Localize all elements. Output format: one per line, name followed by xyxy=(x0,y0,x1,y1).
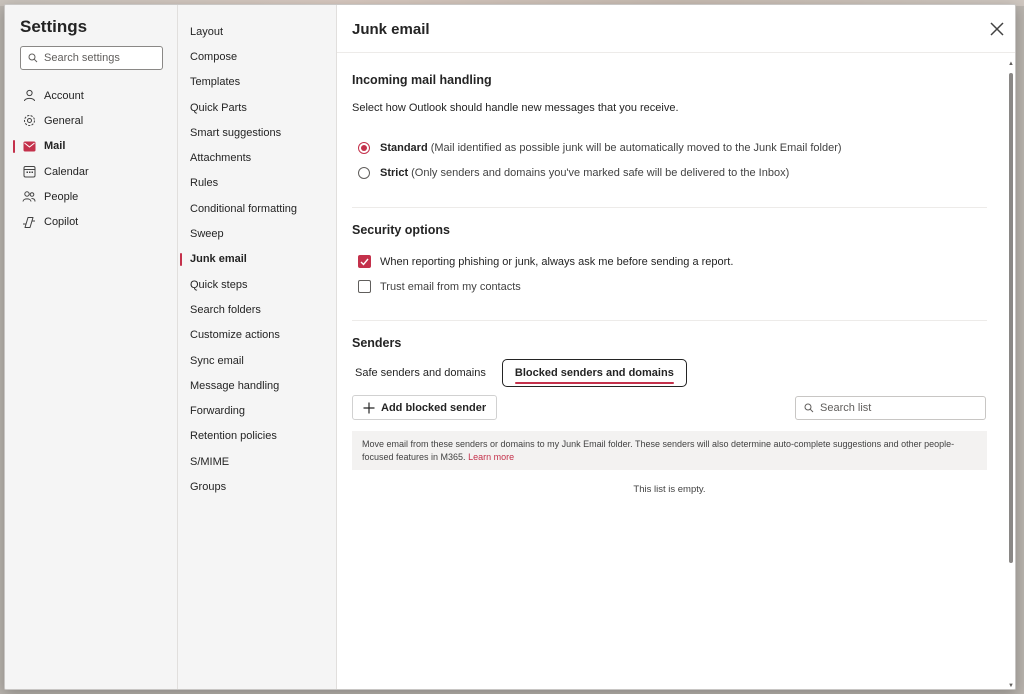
person-icon xyxy=(22,89,36,103)
section-divider xyxy=(352,320,987,321)
mid-item-message-handling[interactable]: Message handling xyxy=(178,373,337,398)
copilot-icon xyxy=(22,215,36,229)
ask-before-report-label: When reporting phishing or junk, always … xyxy=(380,255,734,268)
nav-item-account[interactable]: Account xyxy=(5,83,178,108)
junk-email-panel: Junk email Incoming mail handling Select… xyxy=(337,5,1015,689)
senders-tabs: Safe senders and domains Blocked senders… xyxy=(352,359,697,387)
standard-description: (Mail identified as possible junk will b… xyxy=(430,142,842,154)
mid-item-forwarding[interactable]: Forwarding xyxy=(178,398,337,423)
search-settings-box[interactable] xyxy=(20,46,163,70)
nav-item-label: People xyxy=(44,190,79,203)
ask-before-report-option[interactable]: When reporting phishing or junk, always … xyxy=(358,255,733,268)
mid-item-quick-steps[interactable]: Quick steps xyxy=(178,272,337,297)
scroll-thumb[interactable] xyxy=(1009,73,1013,563)
settings-dialog: Settings Account General xyxy=(4,4,1016,690)
nav-item-label: Account xyxy=(44,89,84,102)
nav-item-general[interactable]: General xyxy=(5,108,178,133)
mid-item-rules[interactable]: Rules xyxy=(178,171,337,196)
vertical-scrollbar[interactable]: ▲ ▼ xyxy=(1007,61,1015,689)
mid-item-conditional-formatting[interactable]: Conditional formatting xyxy=(178,196,337,221)
strict-description: (Only senders and domains you've marked … xyxy=(411,167,790,179)
tab-blocked-senders[interactable]: Blocked senders and domains xyxy=(501,359,687,387)
mid-item-layout[interactable]: Layout xyxy=(178,19,337,44)
scroll-up-arrow-icon[interactable]: ▲ xyxy=(1008,61,1014,67)
blocked-senders-info: Move email from these senders or domains… xyxy=(352,431,987,470)
add-blocked-sender-button[interactable]: Add blocked sender xyxy=(352,395,498,420)
nav-item-calendar[interactable]: Calendar xyxy=(5,159,178,184)
close-icon xyxy=(990,22,1004,36)
panel-header: Junk email xyxy=(337,5,1015,53)
standard-label: Standard xyxy=(380,142,428,154)
scroll-down-arrow-icon[interactable]: ▼ xyxy=(1008,683,1014,689)
mid-item-templates[interactable]: Templates xyxy=(178,70,337,95)
trust-contacts-checkbox[interactable] xyxy=(358,280,371,293)
nav-item-mail[interactable]: Mail xyxy=(5,134,178,159)
search-icon xyxy=(28,53,38,63)
mail-settings-list: Layout Compose Templates Quick Parts Sma… xyxy=(178,19,337,500)
nav-item-copilot[interactable]: Copilot xyxy=(5,209,178,234)
security-options-title: Security options xyxy=(352,223,450,237)
plus-icon xyxy=(363,402,375,413)
strict-radio[interactable] xyxy=(358,167,370,179)
nav-item-people[interactable]: People xyxy=(5,184,178,209)
category-list: Account General Mail Calendar People Cop… xyxy=(5,83,178,235)
mid-item-smime[interactable]: S/MIME xyxy=(178,449,337,474)
strict-option[interactable]: Strict (Only senders and domains you've … xyxy=(358,167,789,179)
tab-safe-senders[interactable]: Safe senders and domains xyxy=(352,359,489,387)
section-divider xyxy=(352,207,987,208)
incoming-mail-title: Incoming mail handling xyxy=(352,73,492,87)
strict-label: Strict xyxy=(380,167,409,179)
standard-radio[interactable] xyxy=(358,142,370,154)
nav-item-label: General xyxy=(44,114,84,127)
learn-more-link[interactable]: Learn more xyxy=(468,452,514,462)
info-text: Move email from these senders or domains… xyxy=(362,439,955,462)
mid-item-smart-suggestions[interactable]: Smart suggestions xyxy=(178,120,337,145)
standard-option[interactable]: Standard (Mail identified as possible ju… xyxy=(358,142,842,154)
mail-icon xyxy=(22,139,36,153)
mail-settings-nav: Layout Compose Templates Quick Parts Sma… xyxy=(178,5,337,689)
gear-icon xyxy=(22,114,36,128)
close-button[interactable] xyxy=(987,19,1007,39)
settings-title: Settings xyxy=(20,17,88,36)
add-blocked-sender-label: Add blocked sender xyxy=(381,401,487,414)
mid-item-quick-parts[interactable]: Quick Parts xyxy=(178,95,337,120)
mid-item-groups[interactable]: Groups xyxy=(178,474,337,499)
incoming-mail-description: Select how Outlook should handle new mes… xyxy=(352,102,679,114)
mid-item-search-folders[interactable]: Search folders xyxy=(178,297,337,322)
page-title: Junk email xyxy=(352,21,430,38)
mid-item-sweep[interactable]: Sweep xyxy=(178,221,337,246)
mid-item-attachments[interactable]: Attachments xyxy=(178,145,337,170)
search-list-input[interactable] xyxy=(820,402,980,414)
mid-item-compose[interactable]: Compose xyxy=(178,44,337,69)
checkmark-icon xyxy=(360,258,369,266)
mid-item-customize-actions[interactable]: Customize actions xyxy=(178,323,337,348)
people-icon xyxy=(22,190,36,204)
settings-category-nav: Settings Account General xyxy=(5,5,178,689)
nav-item-label: Calendar xyxy=(44,165,89,178)
nav-item-label: Copilot xyxy=(44,216,79,229)
empty-list-message: This list is empty. xyxy=(633,484,706,495)
ask-before-report-checkbox[interactable] xyxy=(358,255,371,268)
mid-item-junk-email[interactable]: Junk email xyxy=(178,247,337,272)
mid-item-sync-email[interactable]: Sync email xyxy=(178,348,337,373)
search-settings-input[interactable] xyxy=(44,52,154,64)
search-icon xyxy=(804,403,814,413)
calendar-icon xyxy=(22,165,36,179)
nav-item-label: Mail xyxy=(44,140,66,153)
search-list-box[interactable] xyxy=(795,396,986,420)
trust-contacts-option[interactable]: Trust email from my contacts xyxy=(358,280,521,293)
trust-contacts-label: Trust email from my contacts xyxy=(380,280,521,293)
mid-item-retention-policies[interactable]: Retention policies xyxy=(178,424,337,449)
senders-title: Senders xyxy=(352,336,402,350)
